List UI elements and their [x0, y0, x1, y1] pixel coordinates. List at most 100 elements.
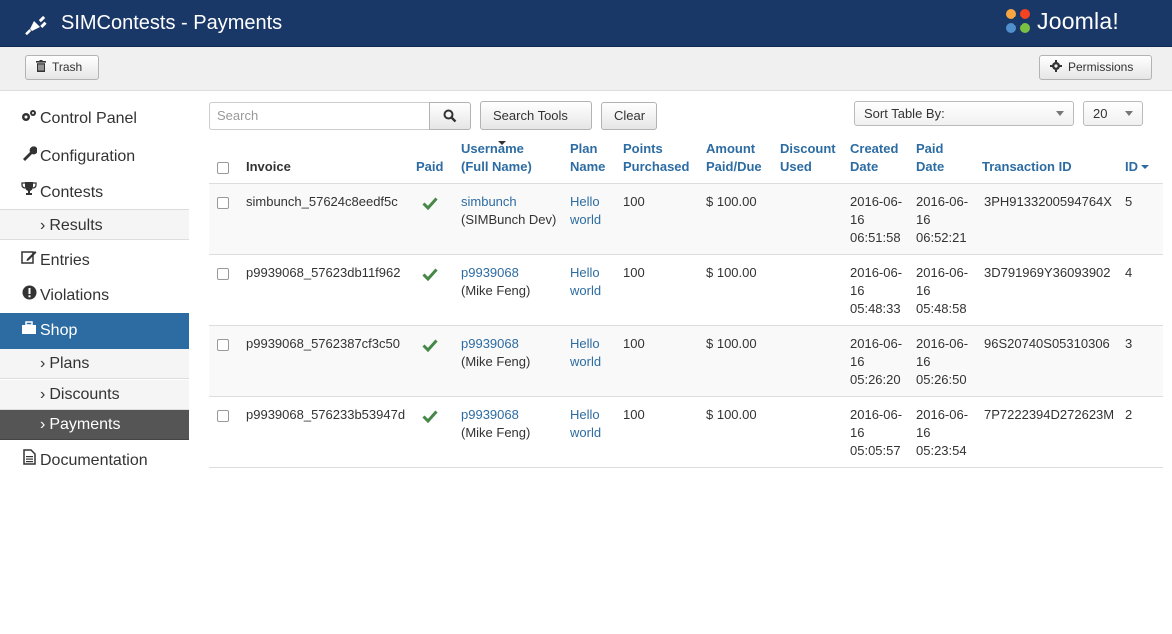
table-row: simbunch_57624c8eedf5c simbunch (SIMBunch …: [209, 183, 1163, 254]
sidebar-item-documentation[interactable]: Documentation: [0, 449, 189, 469]
trash-button[interactable]: Trash: [25, 55, 99, 80]
sidebar-item-results[interactable]: › Results: [0, 209, 189, 240]
page-title: SIMContests - Payments: [61, 12, 283, 34]
column-header-transaction-id[interactable]: Transaction ID: [982, 158, 1072, 176]
column-header-points-purchased[interactable]: Points Purchased: [623, 140, 689, 176]
plan-name-link[interactable]: Hello world: [570, 406, 601, 442]
header-bar: SIMContests - Payments Joomla!: [0, 0, 1172, 47]
row-checkbox[interactable]: [217, 339, 229, 351]
username-link[interactable]: p9939068: [461, 406, 530, 424]
toolbar: Trash Permissions: [0, 47, 1172, 91]
sidebar-item-configuration[interactable]: Configuration: [0, 145, 189, 165]
trophy-icon: [20, 181, 38, 202]
username-link[interactable]: simbunch: [461, 193, 556, 211]
column-header-paid-date[interactable]: Paid Date: [916, 140, 944, 176]
sidebar-item-label: Violations: [40, 287, 110, 304]
amount-cell: $ 100.00: [706, 265, 757, 280]
amount-cell: $ 100.00: [706, 407, 757, 422]
id-cell: 3: [1125, 336, 1133, 351]
sidebar-item-control-panel[interactable]: Control Panel: [0, 109, 189, 129]
plan-name-link[interactable]: Hello world: [570, 335, 601, 371]
column-header-amount[interactable]: Amount Paid/Due: [706, 140, 762, 176]
chevron-right-icon: ›: [40, 416, 46, 433]
invoice-cell: p9939068_576233b53947d: [246, 407, 406, 422]
sidebar-item-discounts[interactable]: › Discounts: [0, 380, 189, 410]
search-tools-label: Search Tools: [493, 108, 568, 123]
points-cell: 100: [623, 407, 645, 422]
select-all-checkbox[interactable]: [217, 162, 229, 174]
check-icon: [422, 197, 438, 210]
list-limit-select[interactable]: 20: [1083, 101, 1143, 126]
column-header-invoice: Invoice: [246, 159, 291, 174]
points-cell: 100: [623, 194, 645, 209]
column-header-username[interactable]: Username (Full Name): [461, 140, 532, 176]
row-checkbox[interactable]: [217, 197, 229, 209]
column-header-discount-used[interactable]: Discount Used: [780, 140, 836, 176]
username-link[interactable]: p9939068: [461, 335, 530, 353]
points-cell: 100: [623, 336, 645, 351]
check-icon: [422, 410, 438, 423]
chevron-right-icon: ›: [40, 355, 46, 372]
username-cell: p9939068 (Mike Feng): [461, 335, 530, 371]
list-limit-value: 20: [1093, 106, 1108, 121]
permissions-button[interactable]: Permissions: [1039, 55, 1152, 80]
sidebar-item-label: Payments: [49, 416, 121, 433]
table-row: p9939068_57623db11f962 p9939068 (Mike Feng…: [209, 254, 1163, 325]
sort-table-select[interactable]: Sort Table By:: [854, 101, 1074, 126]
check-icon: [422, 339, 438, 352]
row-checkbox[interactable]: [217, 410, 229, 422]
search-icon: [443, 109, 457, 123]
column-header-id[interactable]: ID: [1125, 158, 1149, 176]
briefcase-icon: [20, 313, 38, 349]
plan-name-link[interactable]: Hello world: [570, 193, 601, 229]
exclamation-icon: [20, 285, 38, 305]
column-header-plan-name[interactable]: Plan Name: [570, 140, 605, 176]
table-row: p9939068_5762387cf3c50 p9939068 (Mike Feng…: [209, 325, 1163, 396]
sidebar-item-plans[interactable]: › Plans: [0, 349, 189, 379]
search-tools-button[interactable]: Search Tools: [480, 101, 592, 145]
transaction-id-cell: 3PH9133200594764X: [984, 194, 1112, 209]
paid-date-cell: 2016-06- 16 06:52:21: [916, 194, 969, 245]
search-input[interactable]: Search: [209, 102, 430, 130]
clear-button-label: Clear: [614, 108, 646, 123]
sort-table-value: Sort Table By:: [864, 106, 945, 121]
table-row: p9939068_576233b53947d p9939068 (Mike Feng…: [209, 396, 1163, 467]
invoice-cell: simbunch_57624c8eedf5c: [246, 194, 398, 209]
sidebar-item-label: Control Panel: [40, 110, 137, 127]
fullname-text: (SIMBunch Dev): [461, 212, 557, 227]
sidebar-item-shop[interactable]: Shop: [0, 313, 189, 349]
transaction-id-cell: 3D791969Y36093902: [984, 265, 1111, 280]
sidebar-item-label: Shop: [40, 322, 78, 339]
column-header-created-date[interactable]: Created Date: [850, 140, 898, 176]
sidebar-item-label: Entries: [40, 252, 90, 269]
sidebar-item-contests[interactable]: Contests: [0, 181, 189, 201]
sidebar-item-label: Contests: [40, 184, 104, 201]
chevron-right-icon: ›: [40, 217, 46, 234]
created-date-cell: 2016-06- 16 05:48:33: [850, 265, 903, 316]
cogs-icon: [20, 109, 38, 128]
joomla-logo[interactable]: Joomla!: [1003, 5, 1153, 39]
sidebar-item-label: Plans: [49, 355, 90, 372]
clear-button[interactable]: Clear: [601, 102, 657, 130]
sidebar-item-violations[interactable]: Violations: [0, 285, 189, 305]
wrench-icon: [20, 145, 38, 166]
invoice-cell: p9939068_57623db11f962: [246, 265, 401, 280]
search-button[interactable]: [429, 102, 471, 130]
username-cell: simbunch (SIMBunch Dev): [461, 193, 556, 229]
sidebar-item-payments[interactable]: › Payments: [0, 410, 189, 440]
gear-icon: [1050, 60, 1062, 72]
paid-date-cell: 2016-06- 16 05:48:58: [916, 265, 969, 316]
username-cell: p9939068 (Mike Feng): [461, 406, 530, 442]
joomla-logo-icon: [1006, 9, 1030, 33]
permissions-button-label: Permissions: [1068, 60, 1134, 74]
sidebar-item-entries[interactable]: Entries: [0, 249, 189, 269]
column-header-paid[interactable]: Paid: [416, 158, 443, 176]
row-checkbox[interactable]: [217, 268, 229, 280]
invoice-cell: p9939068_5762387cf3c50: [246, 336, 400, 351]
joomla-logo-text: Joomla!: [1037, 8, 1119, 34]
id-cell: 5: [1125, 194, 1133, 209]
username-link[interactable]: p9939068: [461, 264, 530, 282]
transaction-id-cell: 7P7222394D272623M: [984, 407, 1115, 422]
plan-name-link[interactable]: Hello world: [570, 264, 601, 300]
chevron-right-icon: ›: [40, 386, 46, 403]
